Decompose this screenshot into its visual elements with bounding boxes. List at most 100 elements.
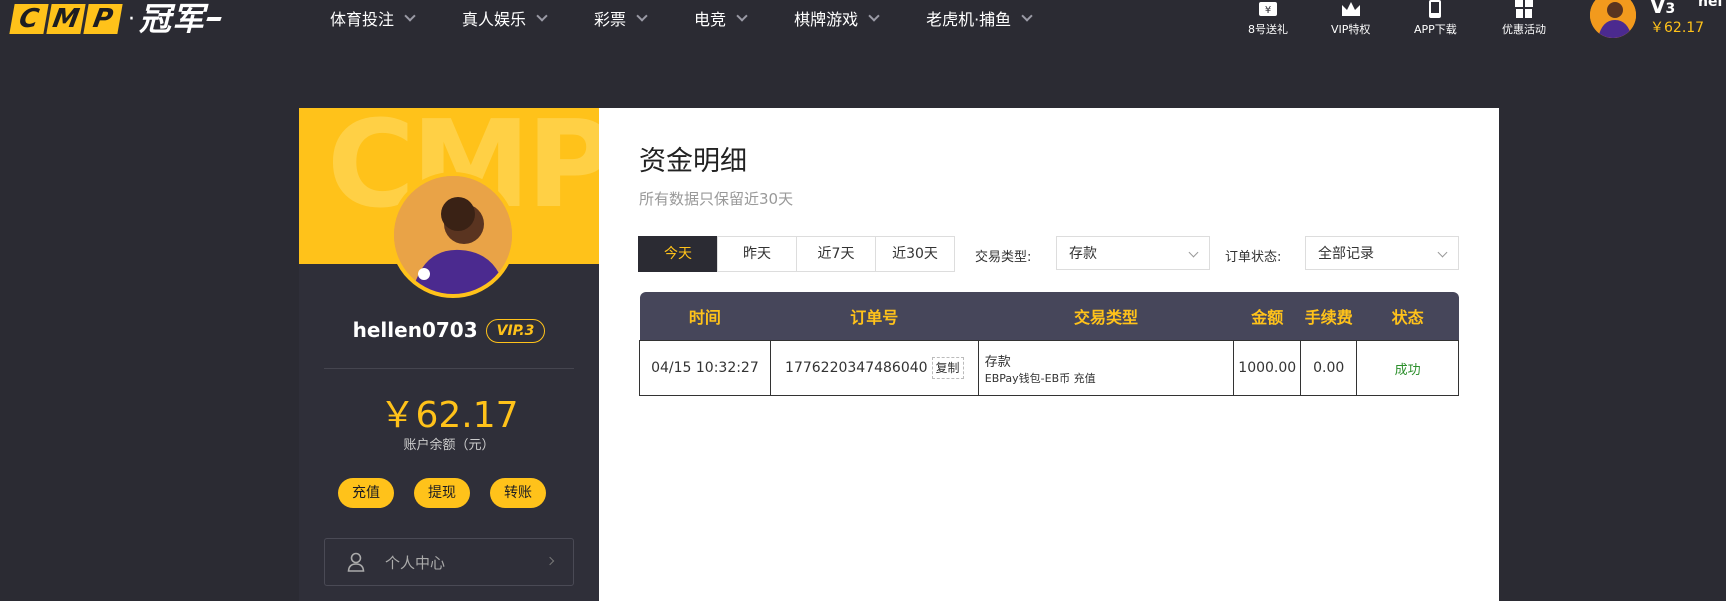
nav-esports[interactable]: 电竞 [694, 6, 748, 30]
nav-slots-fishing[interactable]: 老虎机·捕鱼 [926, 6, 1033, 30]
cell-fee: 0.00 [1300, 340, 1358, 396]
tab-today[interactable]: 今天 [638, 236, 718, 272]
avatar-image [1590, 0, 1636, 38]
phone-icon [1429, 0, 1442, 18]
vip-badge: VIP.3 [485, 319, 546, 343]
gift-box-icon [1515, 0, 1533, 18]
nav-label: 真人娱乐 [462, 10, 527, 29]
logo-cmp: C M P [9, 4, 123, 34]
col-type: 交易类型 [978, 292, 1234, 341]
balance-label: 账户余额（元） [403, 438, 495, 453]
copy-button[interactable]: 复制 [931, 357, 964, 379]
logo-letter: M [46, 4, 86, 34]
chevron-right-icon [545, 556, 555, 566]
user-icon [347, 552, 365, 572]
filter-type-label: 交易类型: [975, 250, 1032, 265]
chevron-down-icon [536, 10, 548, 22]
logo-letter: P [83, 4, 123, 34]
nav-card-games[interactable]: 棋牌游戏 [794, 6, 880, 30]
logo-text: 冠军 [139, 0, 206, 38]
chevron-down-icon [404, 10, 416, 22]
order-number: 1776220347486040 [785, 360, 928, 376]
type-main: 存款 [984, 354, 1011, 370]
cell-status: 成功 [1356, 340, 1459, 396]
header-balance: ￥62.17 [1650, 20, 1705, 36]
logo-dot: · [128, 6, 135, 32]
top-bar: C M P · 冠军 体育投注 真人娱乐 彩票 电竞 棋牌游戏 老虎机·捕鱼 ¥… [0, 0, 1726, 50]
tool-label: 优惠活动 [1502, 23, 1546, 36]
username: hellen0703 VIP.3 [299, 318, 599, 343]
avatar-image [394, 176, 512, 294]
transaction-type-select[interactable]: 存款 [1056, 236, 1210, 270]
crown-icon [1341, 2, 1360, 16]
cell-time: 04/15 10:32:27 [639, 340, 771, 396]
page-subtitle: 所有数据只保留近30天 [639, 190, 794, 208]
tool-label: 8号送礼 [1248, 23, 1288, 36]
chevron-down-icon [868, 10, 880, 22]
page-title: 资金明细 [639, 146, 747, 177]
divider [324, 368, 574, 369]
cell-amount: 1000.00 [1233, 340, 1302, 396]
select-value: 存款 [1069, 246, 1097, 262]
vip-level-number: 3 [1665, 1, 1676, 17]
tool-label: APP下载 [1414, 23, 1457, 36]
logo-letter: C [9, 4, 49, 34]
col-status: 状态 [1356, 292, 1459, 341]
tab-7-days[interactable]: 近7天 [796, 236, 876, 272]
tab-yesterday[interactable]: 昨天 [717, 236, 797, 272]
nav-label: 老虎机·捕鱼 [926, 10, 1012, 29]
logo-dash [206, 17, 222, 21]
nav-label: 体育投注 [330, 10, 395, 29]
cell-order-no: 1776220347486040 复制 [769, 340, 979, 396]
tool-app-download[interactable]: APP下载 [1414, 0, 1457, 37]
chevron-down-icon [736, 10, 748, 22]
wallet-actions: 充值 提现 转账 [338, 478, 546, 508]
transactions-table: 时间 订单号 交易类型 金额 手续费 状态 04/15 10:32:27 177… [639, 292, 1459, 396]
cell-type: 存款 EBPay钱包-EB币 充值 [977, 340, 1235, 396]
select-value: 全部记录 [1318, 246, 1374, 262]
col-time: 时间 [639, 292, 771, 341]
tab-30-days[interactable]: 近30天 [875, 236, 955, 272]
nav-label: 棋牌游戏 [794, 10, 859, 29]
date-range-tabs: 今天 昨天 近7天 近30天 [638, 236, 955, 272]
table-header: 时间 订单号 交易类型 金额 手续费 状态 [639, 292, 1459, 341]
withdraw-button[interactable]: 提现 [414, 478, 470, 508]
col-amount: 金额 [1233, 292, 1301, 341]
deposit-button[interactable]: 充值 [338, 478, 394, 508]
svg-text:¥: ¥ [1265, 5, 1271, 16]
col-order-no: 订单号 [770, 292, 979, 341]
gift-ticket-icon: ¥ [1259, 2, 1277, 16]
tool-vip[interactable]: VIP特权 [1331, 0, 1370, 37]
col-fee: 手续费 [1300, 292, 1357, 341]
table-row: 04/15 10:32:27 1776220347486040 复制 存款 EBP… [639, 340, 1459, 396]
order-status-select[interactable]: 全部记录 [1305, 236, 1459, 270]
header-username: hel [1698, 0, 1723, 10]
account-sidebar: CMP hellen0703 VIP.3 ￥62.17 账户余额（元） 充值 提现… [299, 108, 599, 601]
nav-label: 电竞 [694, 10, 727, 29]
chevron-down-icon [1188, 247, 1199, 258]
nav-lottery[interactable]: 彩票 [594, 6, 648, 30]
vip-level-letter: V [1650, 0, 1666, 18]
fund-details-panel: 资金明细 所有数据只保留近30天 今天 昨天 近7天 近30天 交易类型: 存款… [599, 108, 1499, 601]
chevron-down-icon [636, 10, 648, 22]
type-detail: EBPay钱包-EB币 充值 [984, 371, 1096, 385]
chevron-down-icon [1021, 10, 1033, 22]
filter-status-label: 订单状态: [1225, 250, 1282, 265]
profile-avatar[interactable] [390, 172, 516, 298]
username-text: hellen0703 [352, 318, 478, 342]
tool-label: VIP特权 [1331, 23, 1371, 36]
site-logo[interactable]: C M P · 冠军 [9, 0, 222, 38]
menu-label: 个人中心 [385, 553, 446, 572]
nav-live-casino[interactable]: 真人娱乐 [462, 6, 548, 30]
nav-label: 彩票 [594, 10, 627, 29]
main-nav: 体育投注 真人娱乐 彩票 电竞 棋牌游戏 老虎机·捕鱼 [330, 0, 1079, 36]
chevron-down-icon [1437, 247, 1448, 258]
tool-gift-8[interactable]: ¥ 8号送礼 [1248, 0, 1288, 37]
transfer-button[interactable]: 转账 [490, 478, 546, 508]
nav-sports[interactable]: 体育投注 [330, 6, 416, 30]
tool-promotions[interactable]: 优惠活动 [1502, 0, 1546, 37]
account-balance: ￥62.17 [379, 395, 519, 436]
avatar[interactable] [1590, 0, 1636, 38]
menu-personal-center[interactable]: 个人中心 [324, 538, 574, 586]
status-badge: 成功 [1394, 362, 1421, 378]
